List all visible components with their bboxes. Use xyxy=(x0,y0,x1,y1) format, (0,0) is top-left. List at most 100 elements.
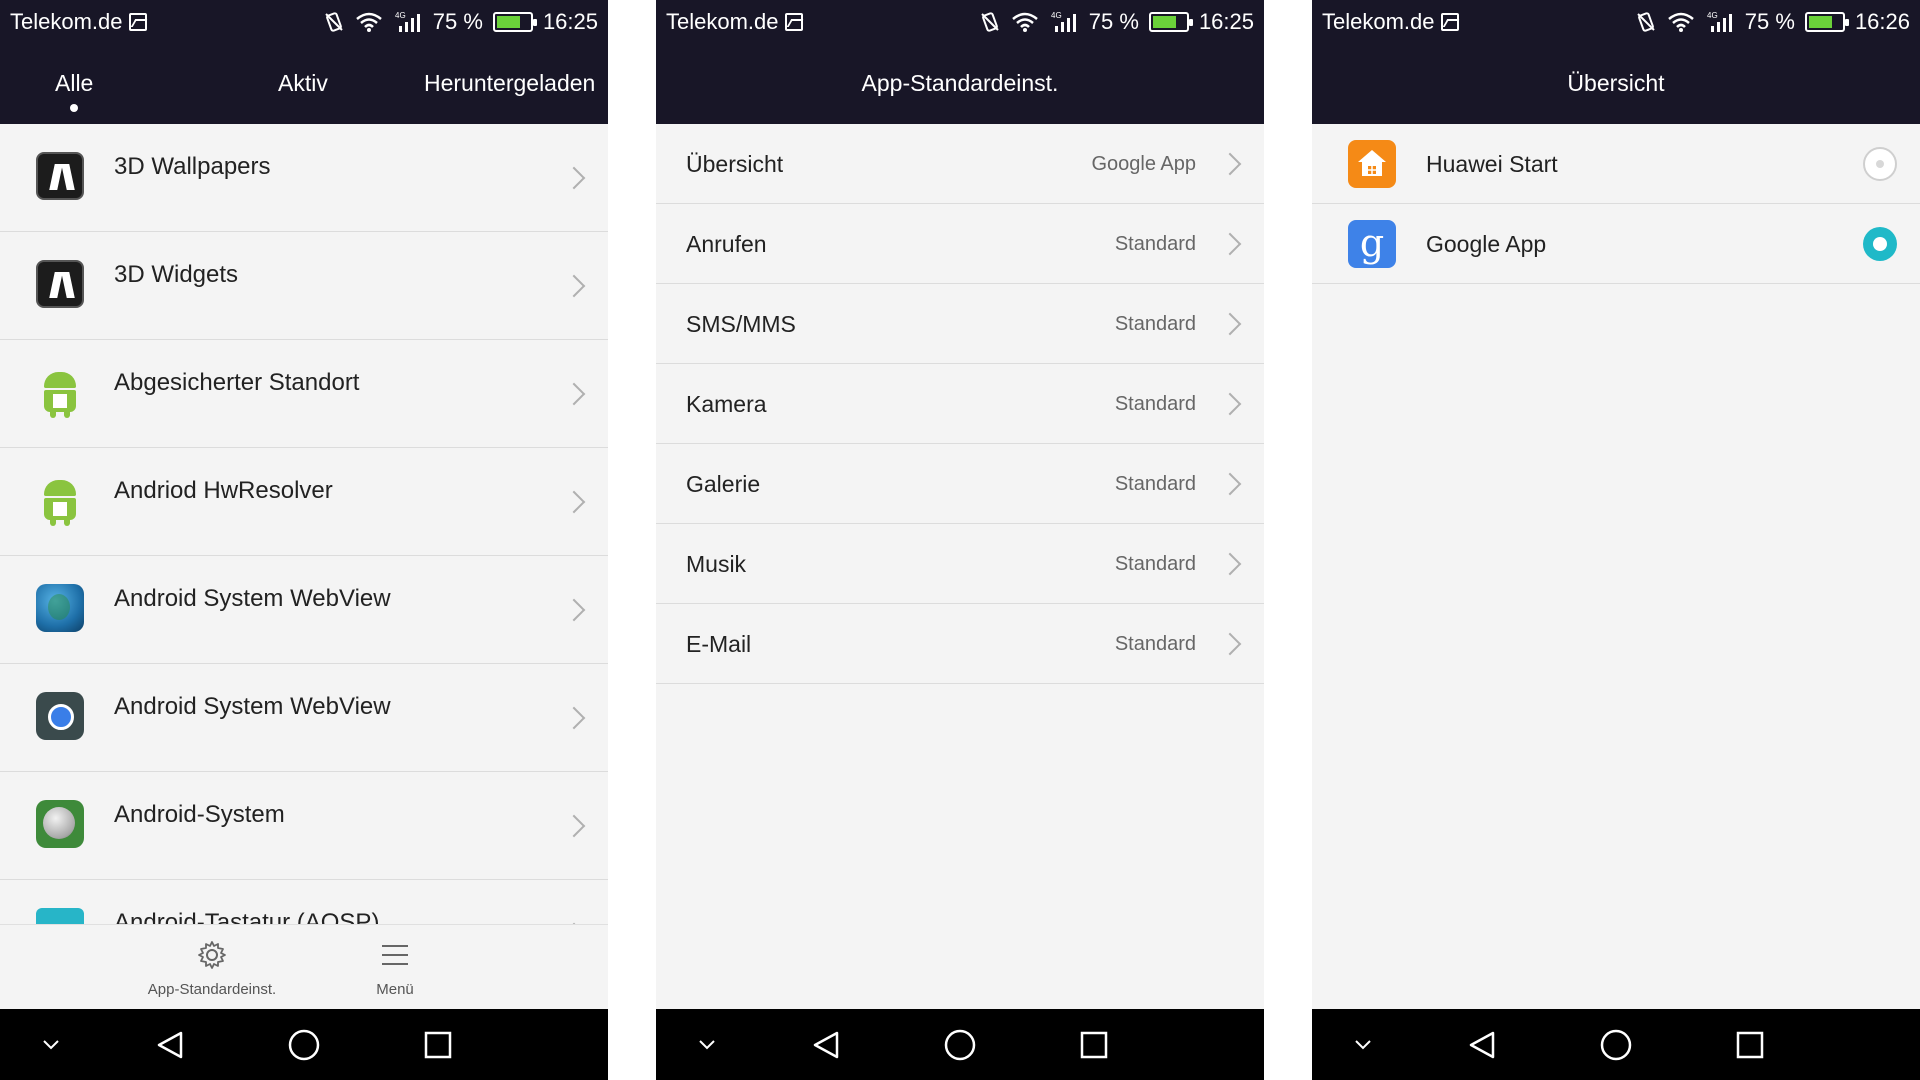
default-setting-email[interactable]: E-Mail Standard xyxy=(656,604,1264,684)
hide-nav-icon[interactable] xyxy=(692,1009,722,1080)
recents-icon[interactable] xyxy=(418,1009,458,1080)
cell-signal-icon: 4G xyxy=(1705,10,1735,34)
app-list-item[interactable]: Android System WebView xyxy=(0,664,608,772)
default-setting-overview[interactable]: Übersicht Google App xyxy=(656,124,1264,204)
app-list-item[interactable]: 3D Wallpapers xyxy=(0,124,608,232)
setting-value: Google App xyxy=(1091,153,1196,175)
hide-nav-icon[interactable] xyxy=(36,1009,66,1080)
chevron-right-icon xyxy=(562,706,586,730)
battery-percent: 75 % xyxy=(1744,9,1795,34)
status-icons: 4G 75 % 16:25 xyxy=(323,9,598,35)
carrier-name: Telekom.de xyxy=(1322,9,1435,34)
title-bar: Übersicht xyxy=(1312,44,1920,124)
svg-text:4G: 4G xyxy=(1707,11,1718,20)
wifi-icon xyxy=(1011,11,1039,33)
radio-selected[interactable] xyxy=(1863,227,1897,261)
setting-value: Standard xyxy=(1114,393,1196,415)
back-icon[interactable] xyxy=(1462,1009,1502,1080)
home-icon[interactable] xyxy=(284,1009,324,1080)
screenshot-notification-icon xyxy=(128,13,147,31)
chevron-right-icon xyxy=(562,598,586,622)
app-name: Android System WebView xyxy=(114,693,391,720)
app-list-item[interactable]: Abgesicherter Standort xyxy=(0,340,608,448)
option-google-app[interactable]: g Google App xyxy=(1312,204,1920,284)
tab-active[interactable]: Aktiv xyxy=(278,70,328,97)
page-title: App-Standardeinst. xyxy=(861,70,1059,96)
app-list-item[interactable]: 3D Widgets xyxy=(0,232,608,340)
vibrate-icon xyxy=(1635,11,1657,33)
chrome-webview-icon xyxy=(36,692,84,740)
svg-text:4G: 4G xyxy=(395,11,406,20)
selected-tab-indicator xyxy=(70,104,78,112)
status-icons: 4G 75 % 16:25 xyxy=(979,9,1254,35)
google-icon: g xyxy=(1348,220,1396,268)
app-defaults-button[interactable]: App-Standardeinst. xyxy=(142,939,282,998)
chevron-right-icon xyxy=(562,166,586,190)
battery-icon xyxy=(1148,12,1193,32)
status-icons: 4G 75 % 16:26 xyxy=(1635,9,1910,35)
setting-value: Standard xyxy=(1114,313,1196,335)
chevron-right-icon xyxy=(1218,312,1242,336)
status-bar: Telekom.de 4G 75 % 16:25 xyxy=(656,0,1264,44)
setting-label: SMS/MMS xyxy=(686,311,796,337)
radio-unselected[interactable] xyxy=(1863,147,1897,181)
setting-value: Standard xyxy=(1114,473,1196,495)
app-list-item[interactable]: Andriod HwResolver xyxy=(0,448,608,556)
default-setting-music[interactable]: Musik Standard xyxy=(656,524,1264,604)
option-label: Google App xyxy=(1426,231,1547,257)
chevron-right-icon xyxy=(1218,392,1242,416)
default-setting-calls[interactable]: Anrufen Standard xyxy=(656,204,1264,284)
android-robot-icon xyxy=(36,368,84,418)
carrier-name: Telekom.de xyxy=(10,9,123,34)
setting-label: E-Mail xyxy=(686,631,752,657)
chevron-right-icon xyxy=(562,382,586,406)
home-icon[interactable] xyxy=(1596,1009,1636,1080)
option-label: Huawei Start xyxy=(1426,151,1558,177)
chevron-right-icon xyxy=(562,490,586,514)
app-name: Android-System xyxy=(114,801,285,828)
recents-icon[interactable] xyxy=(1074,1009,1114,1080)
setting-value: Standard xyxy=(1114,633,1196,655)
globe-icon xyxy=(36,584,84,632)
menu-label: Menü xyxy=(376,981,414,998)
default-setting-gallery[interactable]: Galerie Standard xyxy=(656,444,1264,524)
recents-icon[interactable] xyxy=(1730,1009,1770,1080)
android-system-icon xyxy=(36,800,84,848)
default-setting-camera[interactable]: Kamera Standard xyxy=(656,364,1264,444)
default-setting-sms[interactable]: SMS/MMS Standard xyxy=(656,284,1264,364)
chevron-right-icon xyxy=(1218,632,1242,656)
screenshot-notification-icon xyxy=(1440,13,1459,31)
back-icon[interactable] xyxy=(150,1009,190,1080)
page-title: Übersicht xyxy=(1567,70,1665,96)
chevron-right-icon xyxy=(562,274,586,298)
app-list-item[interactable]: Android System WebView xyxy=(0,556,608,664)
bottom-action-bar: App-Standardeinst. Menü xyxy=(0,924,608,1009)
status-bar: Telekom.de 4G 75 % 16:26 xyxy=(1312,0,1920,44)
wifi-icon xyxy=(355,11,383,33)
setting-value: Standard xyxy=(1114,553,1196,575)
menu-button[interactable]: Menü xyxy=(325,939,465,998)
defaults-list: Übersicht Google App Anrufen Standard SM… xyxy=(656,124,1264,684)
tab-bar: Alle Aktiv Heruntergeladen xyxy=(0,44,608,124)
tab-all[interactable]: Alle xyxy=(55,70,93,97)
back-icon[interactable] xyxy=(806,1009,846,1080)
app-list-item[interactable]: Android-System xyxy=(0,772,608,880)
navigation-bar xyxy=(0,1009,608,1080)
tab-downloaded[interactable]: Heruntergeladen xyxy=(424,70,595,97)
app-defaults-label: App-Standardeinst. xyxy=(147,981,277,998)
home-icon[interactable] xyxy=(940,1009,980,1080)
chevron-right-icon xyxy=(1218,232,1242,256)
android-robot-icon xyxy=(36,476,84,526)
apps-screen: Telekom.de 4G 75 % 16:25 Alle Aktiv Heru… xyxy=(0,0,608,1080)
hide-nav-icon[interactable] xyxy=(1348,1009,1378,1080)
app-name: 3D Widgets xyxy=(114,261,239,288)
huawei-home-icon xyxy=(1348,140,1396,188)
vibrate-icon xyxy=(323,11,345,33)
status-bar: Telekom.de 4G 75 % 16:25 xyxy=(0,0,608,44)
app-list[interactable]: 3D Wallpapers 3D Widgets Abgesicherter S… xyxy=(0,124,608,988)
carrier-name: Telekom.de xyxy=(666,9,779,34)
wallpapers-app-icon xyxy=(36,152,84,200)
setting-label: Musik xyxy=(686,551,747,577)
carrier-area: Telekom.de xyxy=(1322,9,1459,35)
option-huawei-start[interactable]: Huawei Start xyxy=(1312,124,1920,204)
